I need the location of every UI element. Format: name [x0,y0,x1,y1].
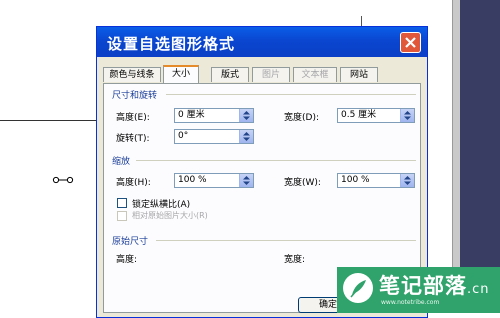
tab-web[interactable]: 网站 [340,67,378,82]
lock-aspect-checkbox[interactable] [117,198,127,208]
watermark-text: 笔记部落.cn [379,270,490,300]
section-original-size: 原始尺寸 [112,237,149,247]
section-size-rotate: 尺寸和旋转 [112,91,158,101]
dialog-titlebar[interactable]: 设置自选图形格式 [97,27,427,57]
width-input[interactable]: 0.5 厘米 [337,108,415,123]
original-width-label: 宽度: [284,255,306,265]
tab-colors-lines[interactable]: 颜色与线条 [103,67,161,82]
tab-picture[interactable]: 图片 [252,67,290,82]
scale-height-input[interactable]: 100 % [174,173,254,188]
spinner[interactable] [400,174,414,187]
width-label: 宽度(D): [284,113,319,123]
scale-height-value: 100 % [178,175,207,185]
scale-width-label: 宽度(W): [284,178,321,188]
scale-width-value: 100 % [341,175,370,185]
section-scale: 缩放 [112,157,131,167]
tab-size[interactable]: 大小 [163,65,199,83]
scale-width-input[interactable]: 100 % [337,173,415,188]
rotate-input[interactable]: 0° [174,129,254,144]
spin-arrows-icon [243,132,250,141]
tab-textbox[interactable]: 文本框 [293,67,337,82]
spin-arrows-icon [243,111,250,120]
divider [166,94,416,95]
height-value: 0 厘米 [178,110,205,120]
watermark-url: www.notetribe.com [381,299,440,306]
feather-icon [343,273,373,303]
relative-size-label[interactable]: 相对原始图片大小(R) [132,210,208,221]
height-input[interactable]: 0 厘米 [174,108,254,123]
tab-layout[interactable]: 版式 [211,67,249,82]
height-label: 高度(E): [116,113,150,123]
spin-arrows-icon [404,111,411,120]
rotate-value: 0° [178,131,189,141]
divider [136,160,416,161]
close-button[interactable] [400,32,421,53]
spin-arrows-icon [243,176,250,185]
watermark: 笔记部落.cn www.notetribe.com [337,267,500,313]
spinner[interactable] [239,130,253,143]
divider [156,240,416,241]
original-height-label: 高度: [116,255,138,265]
scale-height-label: 高度(H): [116,178,151,188]
watermark-suffix: .cn [467,282,490,297]
watermark-title: 笔记部落 [379,274,467,298]
relative-size-checkbox[interactable] [117,211,127,221]
spinner[interactable] [239,109,253,122]
spin-arrows-icon [404,176,411,185]
dialog-title: 设置自选图形格式 [107,35,236,53]
width-value: 0.5 厘米 [341,110,377,120]
close-icon [405,37,416,48]
spinner[interactable] [400,109,414,122]
lock-aspect-label[interactable]: 锁定纵横比(A) [132,197,190,210]
document-line [0,120,100,121]
spinner[interactable] [239,174,253,187]
rotate-label: 旋转(T): [116,134,150,144]
shape-line-handle-icon[interactable] [52,176,74,184]
